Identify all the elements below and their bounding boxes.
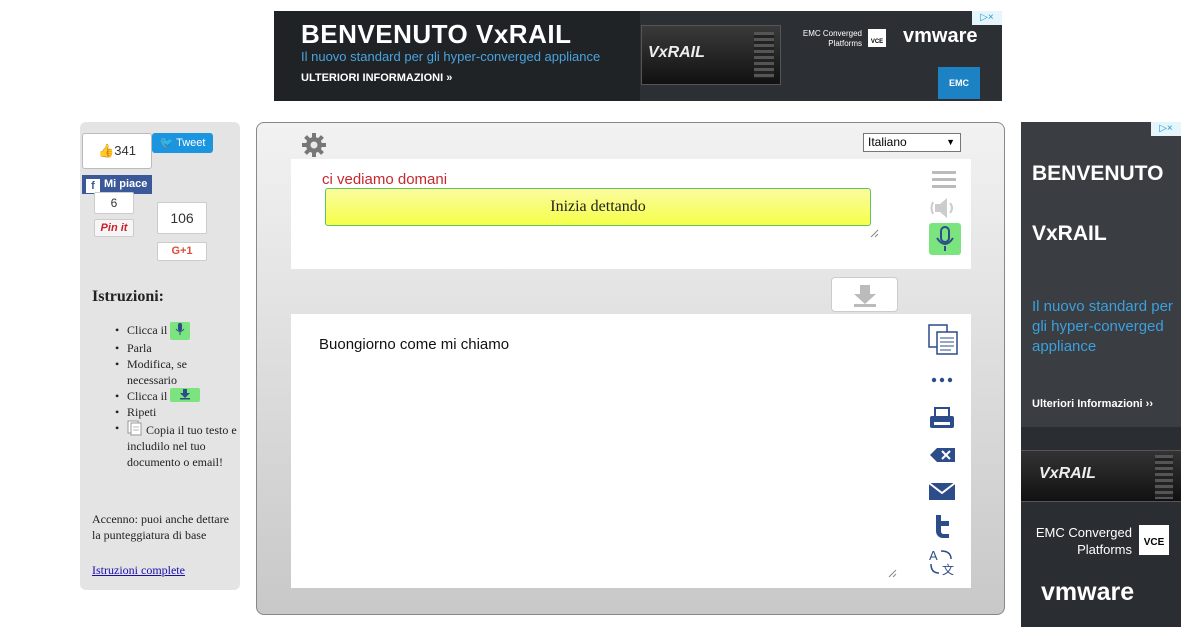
side-ad-headline-1: BENVENUTO [1032, 162, 1164, 185]
language-select[interactable]: Italiano ▼ [863, 133, 961, 152]
print-icon[interactable] [927, 404, 957, 434]
resize-handle-icon[interactable] [887, 568, 897, 578]
download-arrow-icon [854, 285, 876, 307]
settings-gear-icon[interactable] [301, 132, 327, 158]
fb-like-label: Mi piace [104, 178, 148, 190]
clear-text-icon[interactable] [927, 440, 957, 470]
ad-product-brand: VxRAIL [648, 44, 705, 61]
dictation-panel: Italiano ▼ ci vediamo domani Inizia dett… [256, 122, 1005, 615]
ad-vce-logo: VCE [868, 29, 886, 47]
email-icon[interactable] [927, 476, 957, 506]
pinterest-count: 6 [94, 192, 134, 214]
left-sidebar: 👍341 🐦 Tweet f Mi piace 6 Pin it 106 G+1 … [80, 122, 240, 590]
gplus-count: 106 [157, 202, 207, 234]
dictation-input-area[interactable]: ci vediamo domani Inizia dettando [291, 159, 971, 269]
language-value: Italiano [868, 135, 907, 149]
side-ad-emc-converged: EMC Converged Platforms [1035, 525, 1132, 557]
menu-icon[interactable] [929, 165, 959, 195]
svg-text:文: 文 [942, 562, 954, 576]
instructions-title: Istruzioni: [92, 288, 164, 305]
tweet-button[interactable]: 🐦 Tweet [152, 133, 213, 153]
ad-server-image: VxRAIL [641, 25, 781, 85]
hint-text: Accenno: puoi anche dettare la punteggia… [92, 512, 229, 542]
resize-handle-icon[interactable] [869, 228, 879, 238]
list-item: Parla [115, 340, 237, 356]
adchoices-icon[interactable]: ▷× [972, 11, 1002, 25]
ad-cta-link[interactable]: ULTERIORI INFORMAZIONI » [301, 72, 452, 84]
full-instructions-link[interactable]: Istruzioni complete [92, 563, 185, 578]
list-item: Clicca il [115, 322, 237, 340]
transfer-text-button[interactable] [831, 277, 898, 312]
gplus-button[interactable]: G+1 [157, 242, 207, 261]
twitter-bird-icon: 🐦 [159, 137, 174, 149]
download-arrow-icon [170, 388, 201, 402]
list-item: Copia il tuo testo e includilo nel tuo d… [115, 420, 237, 470]
microphone-icon [170, 322, 191, 340]
side-ad-rack-graphic [1155, 455, 1173, 499]
ad-text-area: BENVENUTO VxRAIL Il nuovo standard per g… [274, 11, 640, 101]
step-text: Clicca il [127, 323, 168, 337]
side-ad-vce-logo: VCE [1139, 525, 1169, 555]
result-text: Buongiorno come mi chiamo [319, 336, 510, 353]
side-ad-cta-link[interactable]: Ulteriori Informazioni ›› [1032, 398, 1153, 410]
copy-icon[interactable] [927, 323, 961, 357]
side-banner-ad[interactable]: BENVENUTO VxRAIL Il nuovo standard per g… [1021, 122, 1181, 627]
fb-count-value: 341 [114, 143, 136, 158]
side-ad-server-image: VxRAIL [1021, 450, 1181, 502]
twitter-icon[interactable] [927, 511, 957, 541]
instructions-list: Clicca il Parla Modifica, se necessario … [115, 322, 237, 470]
ad-emc-converged: EMC Converged Platforms [802, 29, 862, 48]
ad-rack-graphic [754, 32, 774, 78]
thumbs-up-icon: 👍 [98, 143, 115, 158]
list-item: Modifica, se necessario [115, 356, 237, 388]
copy-icon [127, 420, 143, 436]
microphone-icon [936, 226, 954, 251]
side-ad-subtitle: Il nuovo standard per gli hyper-converge… [1032, 298, 1173, 355]
side-ad-text-area: BENVENUTO VxRAIL Il nuovo standard per g… [1021, 122, 1181, 427]
interim-transcript: ci vediamo domani [322, 171, 448, 188]
facebook-icon: f [86, 179, 100, 193]
microphone-button[interactable] [929, 223, 961, 255]
ad-emc-logo: EMC [938, 67, 980, 99]
list-item: Ripeti [115, 404, 237, 420]
side-ad-vmware-logo: vmware [1041, 578, 1135, 606]
ad-subtitle: Il nuovo standard per gli hyper-converge… [301, 49, 601, 64]
side-ad-headline-2: VxRAIL [1032, 222, 1107, 245]
top-banner-ad[interactable]: BENVENUTO VxRAIL Il nuovo standard per g… [274, 11, 1002, 101]
dropdown-arrow-icon: ▼ [946, 137, 955, 147]
tweet-label: Tweet [176, 137, 206, 149]
adchoices-icon[interactable]: ▷× [1151, 122, 1181, 136]
side-ad-product-brand: VxRAIL [1039, 465, 1096, 482]
result-textarea[interactable]: Buongiorno come mi chiamo A文 [291, 314, 971, 588]
pinterest-button[interactable]: Pin it [94, 219, 134, 237]
start-dictation-button[interactable]: Inizia dettando [325, 188, 871, 226]
facebook-like-count: 👍341 [82, 133, 152, 169]
ad-headline: BENVENUTO VxRAIL [301, 19, 572, 49]
step-text: Copia il tuo testo e includilo nel tuo d… [127, 423, 237, 469]
ad-vmware-logo: vmware [903, 25, 978, 47]
list-item: Clicca il [115, 388, 237, 404]
step-text: Clicca il [127, 389, 168, 403]
more-options-icon[interactable] [927, 366, 957, 396]
speaker-icon[interactable] [929, 193, 959, 223]
translate-icon[interactable]: A文 [927, 546, 957, 577]
svg-text:A: A [929, 548, 938, 563]
